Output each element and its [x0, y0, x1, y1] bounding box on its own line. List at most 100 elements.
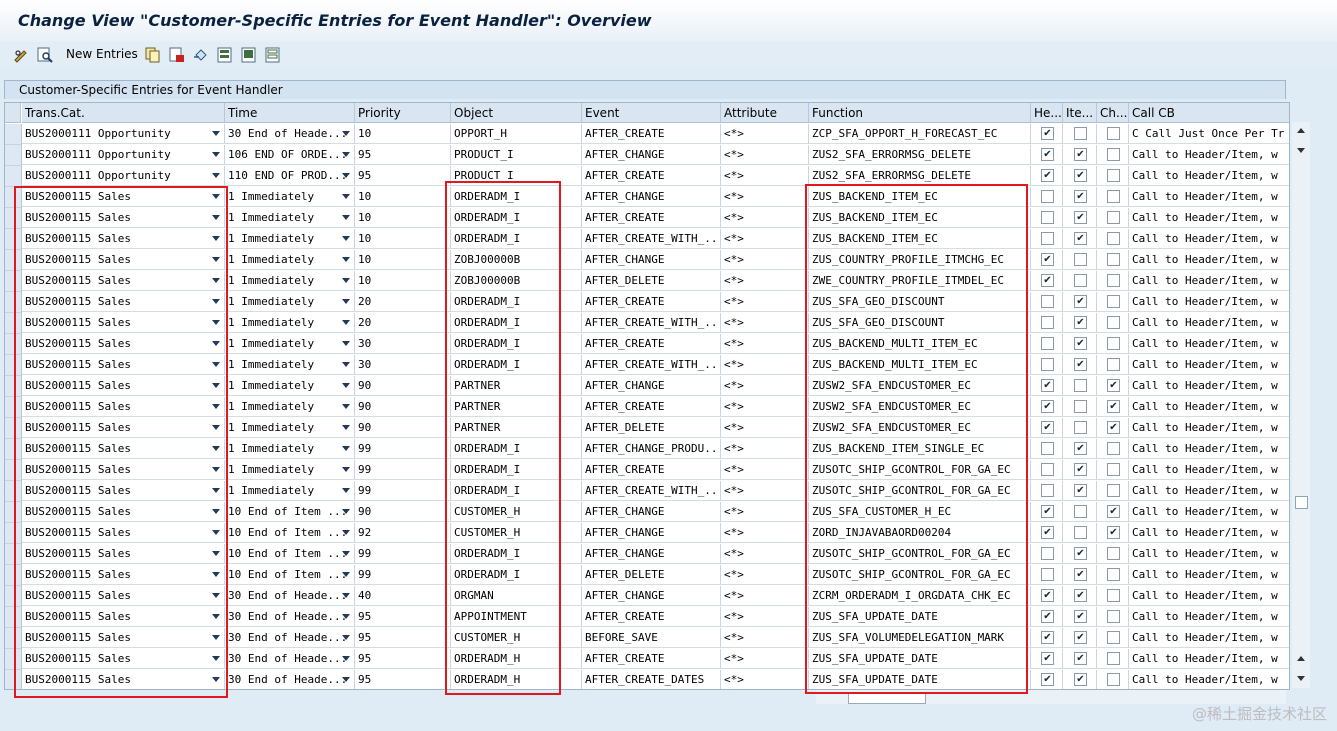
dropdown-arrow-icon[interactable] [342, 278, 350, 283]
object-cell[interactable]: ORDERADM_I [451, 460, 582, 480]
priority-cell[interactable]: 99 [355, 565, 451, 585]
call-cb-cell[interactable]: Call to Header/Item, w [1129, 229, 1289, 249]
item-checkbox[interactable] [1074, 400, 1087, 413]
change-checkbox[interactable] [1107, 547, 1120, 560]
event-cell[interactable]: AFTER_CHANGE_PRODU... [582, 439, 721, 459]
object-cell[interactable]: PRODUCT_I [451, 166, 582, 186]
change-checkbox[interactable] [1107, 295, 1120, 308]
time-cell[interactable]: 1 Immediately [225, 271, 355, 291]
attribute-cell[interactable]: <*> [721, 376, 809, 396]
dropdown-arrow-icon[interactable] [212, 131, 220, 136]
undo-icon[interactable] [193, 47, 209, 63]
row-selector[interactable] [5, 313, 22, 334]
call-cb-cell[interactable]: Call to Header/Item, w [1129, 313, 1289, 333]
change-checkbox[interactable] [1107, 190, 1120, 203]
row-selector[interactable] [5, 271, 22, 292]
event-cell[interactable]: AFTER_CREATE_WITH_... [582, 355, 721, 375]
object-cell[interactable]: ZOBJ00000B [451, 250, 582, 270]
object-cell[interactable]: ORDERADM_I [451, 208, 582, 228]
function-cell[interactable]: ZUSW2_SFA_ENDCUSTOMER_EC [809, 418, 1031, 438]
attribute-cell[interactable]: <*> [721, 250, 809, 270]
item-checkbox[interactable]: ✔ [1074, 358, 1087, 371]
attribute-cell[interactable]: <*> [721, 439, 809, 459]
attribute-cell[interactable]: <*> [721, 544, 809, 564]
call-cb-cell[interactable]: Call to Header/Item, w [1129, 649, 1289, 669]
trans-cat-cell[interactable]: BUS2000111 Opportunity [22, 166, 225, 186]
function-cell[interactable]: ZUS_SFA_CUSTOMER_H_EC [809, 502, 1031, 522]
header-checkbox[interactable] [1041, 547, 1054, 560]
change-checkbox[interactable] [1107, 358, 1120, 371]
header-checkbox[interactable]: ✔ [1041, 673, 1054, 686]
event-cell[interactable]: AFTER_CREATE [582, 334, 721, 354]
header-checkbox[interactable]: ✔ [1041, 274, 1054, 287]
function-cell[interactable]: ZUS_SFA_GEO_DISCOUNT [809, 313, 1031, 333]
priority-cell[interactable]: 10 [355, 124, 451, 144]
change-checkbox[interactable] [1107, 484, 1120, 497]
row-selector[interactable] [5, 607, 22, 628]
event-cell[interactable]: AFTER_CHANGE [582, 544, 721, 564]
row-selector[interactable] [5, 334, 22, 355]
dropdown-arrow-icon[interactable] [342, 131, 350, 136]
object-cell[interactable]: PARTNER [451, 397, 582, 417]
row-selector[interactable] [5, 208, 22, 229]
function-cell[interactable]: ZORD_INJAVABAORD00204 [809, 523, 1031, 543]
attribute-cell[interactable]: <*> [721, 628, 809, 648]
object-cell[interactable]: ORDERADM_H [451, 670, 582, 689]
column-header-header[interactable]: He... [1031, 103, 1063, 123]
dropdown-arrow-icon[interactable] [342, 446, 350, 451]
object-cell[interactable]: ORDERADM_I [451, 355, 582, 375]
dropdown-arrow-icon[interactable] [212, 467, 220, 472]
event-cell[interactable]: AFTER_CREATE_DATES [582, 670, 721, 689]
priority-cell[interactable]: 90 [355, 376, 451, 396]
item-checkbox[interactable]: ✔ [1074, 169, 1087, 182]
item-checkbox[interactable]: ✔ [1074, 211, 1087, 224]
time-cell[interactable]: 1 Immediately [225, 334, 355, 354]
call-cb-cell[interactable]: Call to Header/Item, w [1129, 460, 1289, 480]
object-cell[interactable]: ORDERADM_H [451, 649, 582, 669]
priority-cell[interactable]: 40 [355, 586, 451, 606]
priority-cell[interactable]: 95 [355, 145, 451, 165]
row-selector[interactable] [5, 439, 22, 460]
dropdown-arrow-icon[interactable] [212, 509, 220, 514]
trans-cat-cell[interactable]: BUS2000115 Sales [22, 523, 225, 543]
time-cell[interactable]: 10 End of Item ... [225, 544, 355, 564]
row-selector[interactable] [5, 145, 22, 166]
attribute-cell[interactable]: <*> [721, 208, 809, 228]
attribute-cell[interactable]: <*> [721, 481, 809, 501]
trans-cat-cell[interactable]: BUS2000115 Sales [22, 460, 225, 480]
dropdown-arrow-icon[interactable] [342, 614, 350, 619]
event-cell[interactable]: AFTER_CHANGE [582, 145, 721, 165]
attribute-cell[interactable]: <*> [721, 124, 809, 144]
priority-cell[interactable]: 95 [355, 628, 451, 648]
dropdown-arrow-icon[interactable] [212, 656, 220, 661]
change-checkbox[interactable] [1107, 610, 1120, 623]
row-selector[interactable] [5, 397, 22, 418]
time-cell[interactable]: 1 Immediately [225, 439, 355, 459]
event-cell[interactable]: AFTER_CREATE [582, 460, 721, 480]
time-cell[interactable]: 1 Immediately [225, 481, 355, 501]
dropdown-arrow-icon[interactable] [342, 530, 350, 535]
attribute-cell[interactable]: <*> [721, 397, 809, 417]
dropdown-arrow-icon[interactable] [212, 236, 220, 241]
column-header-time[interactable]: Time [225, 103, 355, 123]
function-cell[interactable]: ZUSOTC_SHIP_GCONTROL_FOR_GA_EC [809, 544, 1031, 564]
row-selector[interactable] [5, 250, 22, 271]
dropdown-arrow-icon[interactable] [212, 152, 220, 157]
change-checkbox[interactable] [1107, 463, 1120, 476]
row-selector[interactable] [5, 628, 22, 649]
dropdown-arrow-icon[interactable] [342, 320, 350, 325]
trans-cat-cell[interactable]: BUS2000115 Sales [22, 292, 225, 312]
dropdown-arrow-icon[interactable] [212, 425, 220, 430]
trans-cat-cell[interactable]: BUS2000115 Sales [22, 439, 225, 459]
priority-cell[interactable]: 90 [355, 397, 451, 417]
function-cell[interactable]: ZUS_BACKEND_ITEM_SINGLE_EC [809, 439, 1031, 459]
event-cell[interactable]: AFTER_CHANGE [582, 376, 721, 396]
time-cell[interactable]: 1 Immediately [225, 250, 355, 270]
call-cb-cell[interactable]: Call to Header/Item, w [1129, 565, 1289, 585]
header-checkbox[interactable]: ✔ [1041, 526, 1054, 539]
change-checkbox[interactable] [1107, 253, 1120, 266]
object-cell[interactable]: ORDERADM_I [451, 565, 582, 585]
dropdown-arrow-icon[interactable] [212, 320, 220, 325]
object-cell[interactable]: CUSTOMER_H [451, 523, 582, 543]
column-header-trans-cat[interactable]: Trans.Cat. [22, 103, 225, 123]
